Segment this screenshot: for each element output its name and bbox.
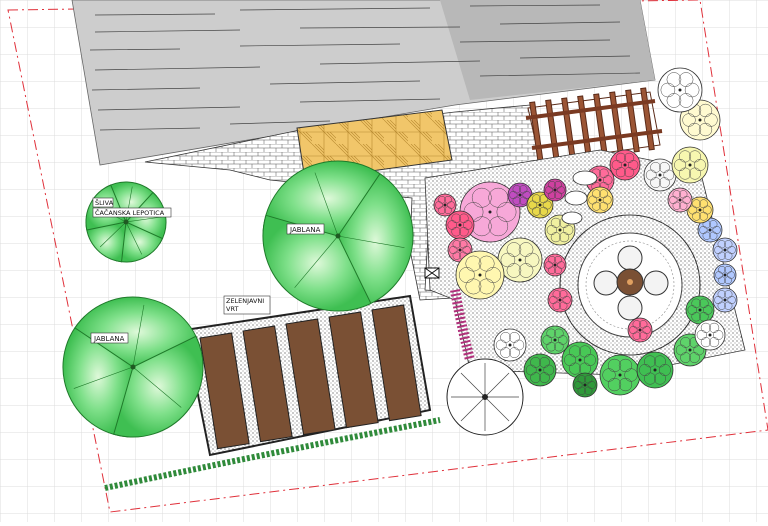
garden-label-2: VRT: [226, 305, 238, 313]
apple-upper-label: JABLANA: [286, 223, 325, 235]
plum-label-1: ŠLIVA: [95, 198, 114, 207]
apple-lower-label-text: JABLANA: [93, 335, 125, 343]
plan-canvas: ŠLIVA ČAČANSKA LEPOTICA JABLANA JABLANA …: [0, 0, 768, 522]
garden-label-1: ZELENJAVNI: [226, 297, 264, 305]
apple-upper-label-text: JABLANA: [289, 226, 321, 234]
landscape-plan: ŠLIVA ČAČANSKA LEPOTICA JABLANA JABLANA …: [0, 0, 768, 522]
plum-label-2: ČAČANSKA LEPOTICA: [95, 208, 165, 217]
apple-tree-upper: [262, 160, 414, 312]
garden-label: ZELENJAVNI VRT: [223, 295, 271, 315]
bench-icon: [424, 267, 440, 279]
apple-tree-lower: [62, 296, 204, 438]
apple-lower-label: JABLANA: [90, 332, 129, 344]
plum-tree: [85, 181, 167, 263]
fruit-tree-icon: [446, 358, 524, 436]
